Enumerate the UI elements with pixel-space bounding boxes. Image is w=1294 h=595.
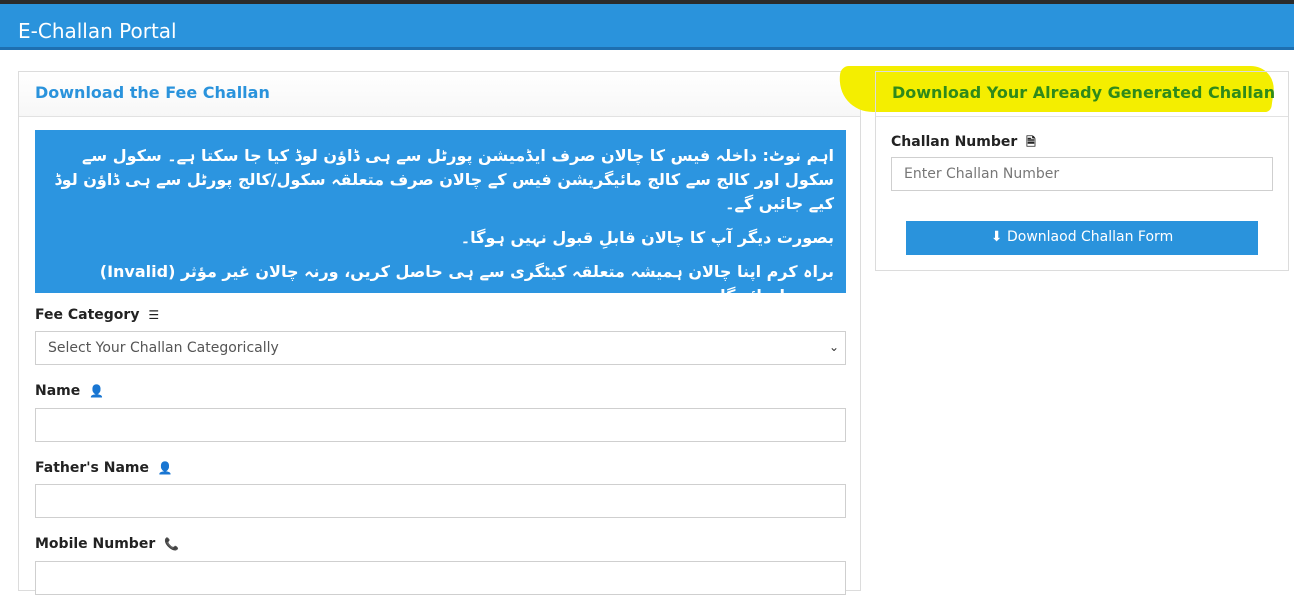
mobile-number-label: Mobile Number 📞	[35, 536, 179, 552]
top-navbar: E-Challan Portal	[0, 0, 1294, 50]
name-label-text: Name	[35, 383, 81, 399]
download-challan-button-label: Downlaod Challan Form	[1006, 229, 1174, 245]
download-challan-button[interactable]: ⬇ Downlaod Challan Form	[906, 221, 1258, 255]
notice-line-1: اہم نوٹ: داخلہ فیس کا چالان صرف ایڈمیشن …	[54, 146, 834, 213]
document-icon: 🗎	[1026, 135, 1036, 149]
generated-challan-panel-title: Download Your Already Generated Challan	[892, 83, 1276, 102]
challan-number-input[interactable]: Enter Challan Number	[891, 157, 1273, 191]
fee-category-label-text: Fee Category	[35, 307, 140, 323]
generated-challan-panel-header: Download Your Already Generated Challan	[876, 72, 1288, 117]
mobile-number-input[interactable]	[35, 561, 846, 595]
fathers-name-label: Father's Name 👤	[35, 460, 173, 476]
fee-category-label: Fee Category ☰	[35, 307, 159, 323]
name-input[interactable]	[35, 408, 846, 442]
user-icon: 👤	[157, 461, 173, 475]
fee-challan-panel: Download the Fee Challan اہم نوٹ: داخلہ …	[18, 71, 861, 595]
generated-challan-panel: Download Your Already Generated Challan …	[875, 71, 1289, 271]
challan-number-label-text: Challan Number	[891, 134, 1018, 150]
challan-number-label: Challan Number 🗎	[891, 133, 1036, 154]
challan-number-placeholder: Enter Challan Number	[904, 166, 1060, 182]
fee-challan-panel-title: Download the Fee Challan	[35, 83, 270, 102]
phone-icon: 📞	[164, 537, 180, 551]
download-icon: ⬇	[990, 229, 1003, 245]
chevron-down-icon: ⌄	[828, 340, 839, 354]
fee-category-select[interactable]: Select Your Challan Categorically ⌄	[35, 331, 846, 365]
fee-challan-panel-header: Download the Fee Challan	[19, 72, 860, 117]
fee-category-selected: Select Your Challan Categorically	[48, 340, 279, 356]
user-icon: 👤	[89, 384, 105, 398]
fathers-name-label-text: Father's Name	[35, 460, 149, 476]
app-title[interactable]: E-Challan Portal	[18, 19, 177, 43]
mobile-number-label-text: Mobile Number	[35, 536, 156, 552]
name-label: Name 👤	[35, 383, 104, 399]
urdu-notice: اہم نوٹ: داخلہ فیس کا چالان صرف ایڈمیشن …	[35, 130, 846, 305]
list-icon: ☰	[148, 308, 160, 322]
notice-line-2: بصورت دیگر آپ کا چالان قابلِ قبول نہیں ہ…	[460, 228, 834, 247]
fathers-name-input[interactable]	[35, 484, 846, 518]
notice-line-3: براہ کرم اپنا چالان ہمیشہ متعلقہ کیٹگری …	[99, 262, 834, 305]
